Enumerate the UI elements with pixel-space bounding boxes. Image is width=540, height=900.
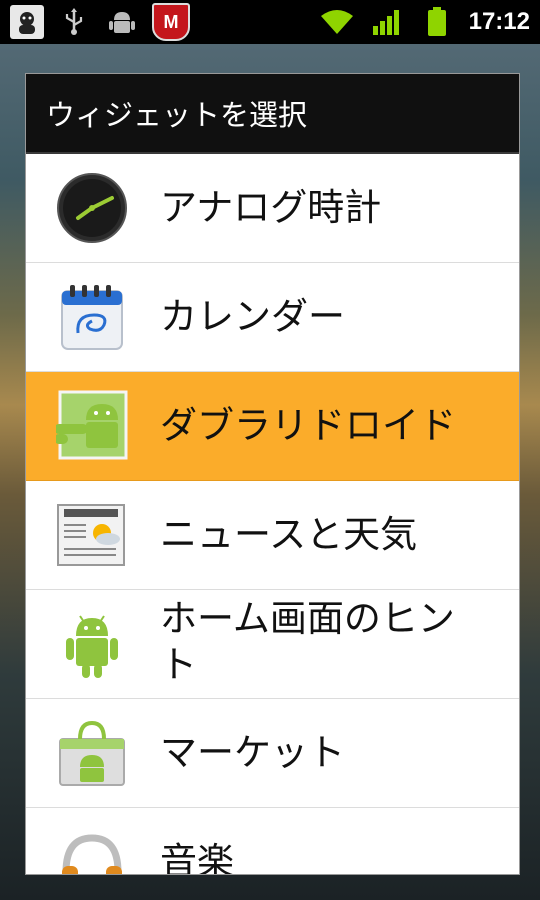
analog-clock-icon [56, 172, 128, 244]
news-weather-icon [56, 499, 128, 571]
list-item-home-tips[interactable]: ホーム画面のヒント [26, 590, 519, 699]
list-item-label: 音楽 [160, 840, 234, 875]
usb-icon [56, 4, 92, 40]
list-item-music[interactable]: 音楽 [26, 808, 519, 875]
list-item-label: ホーム画面のヒント [160, 597, 455, 686]
list-item-label: マーケット [160, 731, 345, 774]
wifi-icon [319, 4, 355, 40]
list-item-market[interactable]: マーケット [26, 699, 519, 808]
clock: 17:12 [468, 8, 530, 35]
widget-list[interactable]: アナログ時計 カレンダー ダブラリドロイド ニュースと天気 ホーム画面のヒント [26, 154, 519, 875]
list-item-label: カレンダー [160, 295, 345, 338]
list-item-droid-widget[interactable]: ダブラリドロイド [26, 372, 519, 481]
status-bar: M 17:12 [0, 0, 540, 44]
list-item-label: ニュースと天気 [160, 513, 418, 556]
debug-android-icon [104, 4, 140, 40]
mcafee-icon: M [152, 3, 190, 41]
list-item-calendar[interactable]: カレンダー [26, 263, 519, 372]
battery-icon [419, 4, 455, 40]
status-bar-left: M [10, 3, 190, 41]
widget-picker-dialog: ウィジェットを選択 アナログ時計 カレンダー ダブラリドロイド ニュースと天気 [25, 73, 520, 875]
android-robot-icon [56, 608, 128, 680]
signal-icon [369, 4, 405, 40]
list-item-label: ダブラリドロイド [160, 404, 456, 447]
status-bar-right: 17:12 [319, 4, 530, 40]
headphones-icon [56, 826, 128, 874]
calendar-icon [56, 281, 128, 353]
list-item-news-weather[interactable]: ニュースと天気 [26, 481, 519, 590]
market-bag-icon [56, 717, 128, 789]
avatar-icon [10, 5, 44, 39]
dialog-title: ウィジェットを選択 [26, 74, 519, 154]
list-item-analog-clock[interactable]: アナログ時計 [26, 154, 519, 263]
list-item-label: アナログ時計 [160, 186, 382, 229]
droid-widget-icon [56, 390, 128, 462]
